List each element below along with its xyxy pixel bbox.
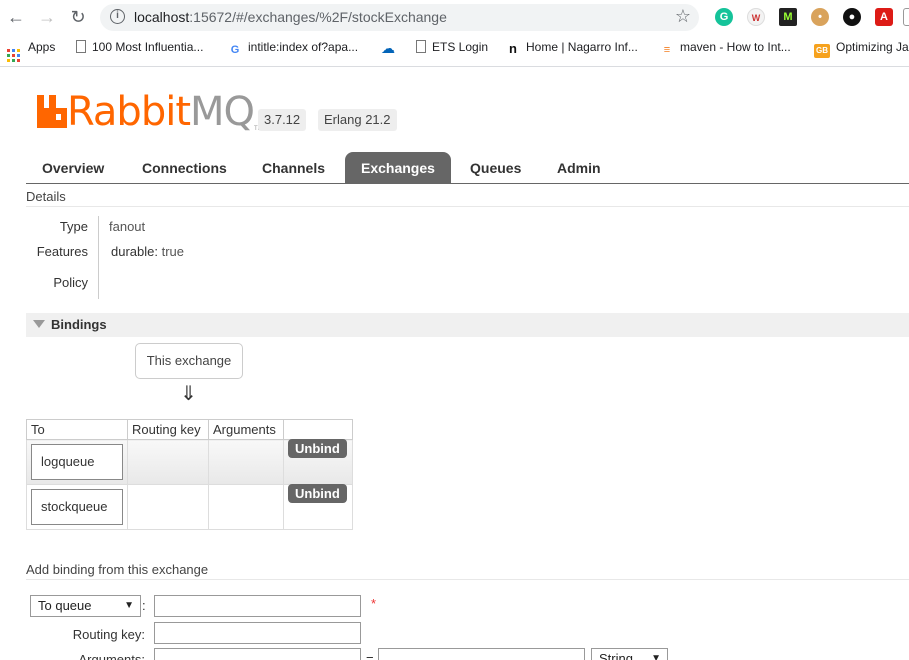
col-actions	[283, 419, 353, 440]
details-divider-vertical	[98, 216, 99, 299]
colon-label: :	[142, 598, 146, 613]
down-arrow-icon: ⇓	[180, 383, 197, 405]
cell-arguments	[208, 439, 284, 485]
col-routing-key: Routing key	[127, 419, 209, 440]
bookmarks-bar: Apps 100 Most Influentia... Gintitle:ind…	[0, 38, 909, 62]
bookmark-item[interactable]: Gintitle:index of?apa...	[228, 40, 358, 57]
type-label: Type	[59, 219, 88, 234]
bookmark-item[interactable]: 100 Most Influentia...	[76, 40, 203, 54]
bindings-section-header[interactable]: Bindings	[26, 313, 909, 337]
cell-action: Unbind	[283, 438, 353, 485]
m-extension-icon[interactable]: M	[779, 8, 797, 26]
stackoverflow-icon: ≡	[663, 44, 671, 56]
cell-arguments	[208, 484, 284, 530]
bookmark-star-icon[interactable]: ☆	[675, 6, 691, 27]
rabbitmq-logo: RabbitMQTM	[37, 92, 263, 132]
gb-icon: GB	[814, 44, 830, 58]
wappalyzer-extension-icon[interactable]: W	[747, 8, 765, 26]
routing-key-input[interactable]	[154, 622, 361, 644]
bookmark-item[interactable]: n Home | Nagarro Inf...	[506, 40, 638, 56]
tab-connections[interactable]: Connections	[126, 152, 243, 184]
tab-exchanges[interactable]: Exchanges	[345, 152, 451, 184]
tab-channels[interactable]: Channels	[246, 152, 341, 184]
queue-link-stockqueue[interactable]: stockqueue	[31, 489, 123, 525]
cell-to: stockqueue	[26, 484, 128, 530]
profile-extension-icon[interactable]	[903, 8, 909, 26]
bookmark-apps[interactable]: Apps	[7, 40, 55, 62]
features-label: Features	[36, 244, 88, 259]
cell-action: Unbind	[283, 483, 353, 530]
bookmark-item[interactable]: ETS Login	[416, 40, 488, 54]
nagarro-icon: n	[509, 41, 517, 56]
page-icon	[416, 40, 426, 53]
bookmark-item[interactable]: ≡ maven - How to Int...	[660, 40, 791, 57]
browser-chrome: ← → ↻ i localhost:15672/#/exchanges/%2F/…	[0, 0, 909, 67]
table-row: stockqueue Unbind	[26, 483, 353, 530]
add-binding-divider	[26, 579, 909, 580]
main-tabs: Overview Connections Channels Exchanges …	[26, 152, 909, 184]
equals-label: =	[366, 651, 374, 660]
reload-icon[interactable]: ↻	[66, 6, 90, 28]
dropdown-caret-icon: ▼	[651, 653, 661, 660]
arguments-label: Arguments:	[78, 652, 145, 660]
features-value: durable: true	[111, 244, 185, 259]
url-text[interactable]: localhost:15672/#/exchanges/%2F/stockExc…	[134, 9, 447, 25]
argument-key-input[interactable]	[154, 648, 361, 660]
erlang-version-badge: Erlang 21.2	[318, 109, 397, 131]
destination-input[interactable]	[154, 595, 361, 617]
apps-grid-icon	[7, 49, 20, 62]
incognito-extension-icon[interactable]: ●	[843, 8, 861, 26]
cell-routing-key	[127, 439, 209, 485]
argument-type-select[interactable]: String ▼	[591, 648, 668, 660]
onedrive-cloud-icon: ☁	[381, 40, 395, 56]
queue-link-logqueue[interactable]: logqueue	[31, 444, 123, 480]
routing-key-label: Routing key:	[72, 627, 145, 642]
destination-type-select[interactable]: To queue ▼	[30, 595, 141, 617]
cookie-extension-icon[interactable]: •	[811, 8, 829, 26]
address-bar[interactable]: i localhost:15672/#/exchanges/%2F/stockE…	[100, 4, 699, 31]
col-arguments: Arguments	[208, 419, 284, 440]
back-arrow-icon[interactable]: ←	[4, 6, 28, 28]
unbind-button[interactable]: Unbind	[288, 483, 347, 503]
page-icon	[76, 40, 86, 53]
collapse-triangle-icon[interactable]	[33, 320, 45, 328]
this-exchange-box: This exchange	[135, 343, 243, 379]
dropdown-caret-icon: ▼	[124, 600, 134, 611]
tab-queues[interactable]: Queues	[454, 152, 537, 184]
tab-admin[interactable]: Admin	[541, 152, 617, 184]
table-header-row: To Routing key Arguments	[26, 419, 353, 440]
type-value: fanout	[109, 219, 146, 234]
grammarly-extension-icon[interactable]: G	[715, 8, 733, 26]
bindings-title: Bindings	[51, 317, 107, 332]
unbind-button[interactable]: Unbind	[288, 438, 347, 458]
col-to: To	[26, 419, 128, 440]
add-binding-title: Add binding from this exchange	[26, 562, 209, 577]
rabbit-logo-icon	[37, 95, 67, 128]
cell-routing-key	[127, 484, 209, 530]
forward-arrow-icon[interactable]: →	[35, 6, 59, 28]
bindings-table: To Routing key Arguments logqueue Unbind…	[26, 419, 353, 530]
table-row: logqueue Unbind	[26, 438, 353, 485]
policy-label: Policy	[53, 275, 88, 290]
google-icon: G	[230, 44, 240, 56]
details-divider	[26, 206, 909, 207]
details-title: Details	[26, 189, 66, 204]
bookmark-item[interactable]: ☁	[381, 40, 401, 55]
bookmark-item[interactable]: GB Optimizing Ja	[814, 40, 909, 58]
version-badge: 3.7.12	[258, 109, 307, 131]
angular-extension-icon[interactable]: A	[875, 8, 893, 26]
cell-to: logqueue	[26, 439, 128, 485]
tab-overview[interactable]: Overview	[26, 152, 120, 184]
argument-value-input[interactable]	[378, 648, 585, 660]
required-asterisk: *	[371, 596, 377, 611]
site-info-icon[interactable]: i	[110, 9, 125, 24]
